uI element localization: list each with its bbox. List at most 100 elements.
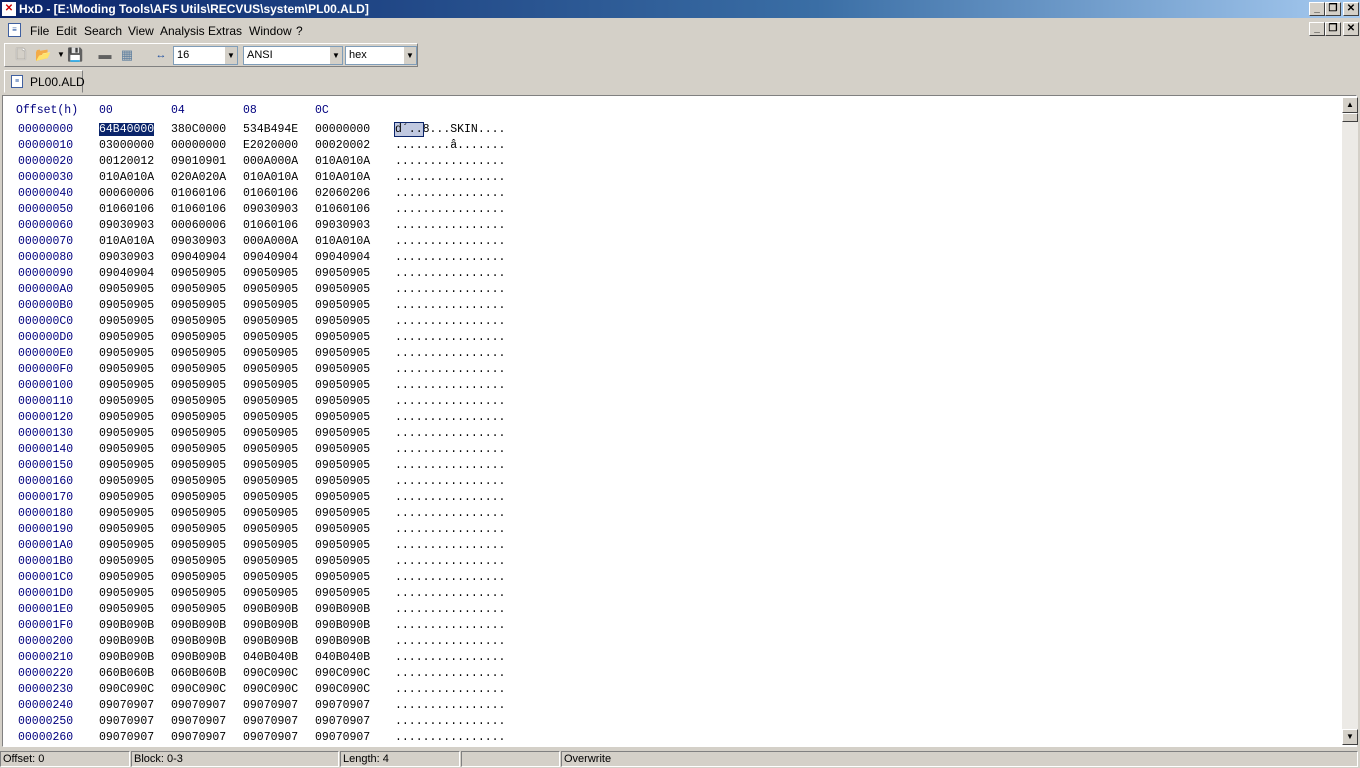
hex-byte-group[interactable]: 09030903 <box>315 219 370 232</box>
hex-byte-group[interactable]: 000A000A <box>243 155 298 168</box>
text-column[interactable]: ................ <box>395 539 505 552</box>
hex-byte-group[interactable]: 010A010A <box>315 171 370 184</box>
text-column[interactable]: ................ <box>395 491 505 504</box>
text-column[interactable]: ................ <box>395 731 505 744</box>
hex-byte-group[interactable]: 09050905 <box>243 283 298 296</box>
menu-view[interactable]: View <box>128 24 154 38</box>
charset-select[interactable]: ANSI ▼ <box>243 46 343 65</box>
vertical-scrollbar[interactable]: ▲ ▼ <box>1342 97 1358 745</box>
hex-byte-group[interactable]: 09050905 <box>171 555 226 568</box>
hex-byte-group[interactable]: 09050905 <box>99 315 154 328</box>
hex-byte-group[interactable]: 09050905 <box>171 315 226 328</box>
text-column[interactable]: ................ <box>395 459 505 472</box>
text-column[interactable]: ................ <box>395 283 505 296</box>
menu-analysis[interactable]: Analysis <box>160 24 205 38</box>
hex-byte-group[interactable]: 09050905 <box>99 299 154 312</box>
hex-byte-group[interactable]: 64B40000 <box>99 123 155 136</box>
text-column[interactable]: d´..8...SKIN.... <box>394 122 505 137</box>
text-column[interactable]: ................ <box>395 507 505 520</box>
text-column[interactable]: ................ <box>395 251 505 264</box>
hex-byte-group[interactable]: 09050905 <box>171 507 226 520</box>
hex-byte-group[interactable]: 01060106 <box>243 187 298 200</box>
doc-restore-button[interactable]: ❐ <box>1325 22 1341 36</box>
hex-byte-group[interactable]: 09050905 <box>243 267 298 280</box>
hex-byte-group[interactable]: 09050905 <box>315 571 370 584</box>
hex-byte-group[interactable]: 380C0000 <box>171 123 226 136</box>
hex-byte-group[interactable]: 09050905 <box>315 363 370 376</box>
hex-byte-group[interactable]: 090B090B <box>243 619 298 632</box>
hex-byte-group[interactable]: 09050905 <box>315 523 370 536</box>
hex-byte-group[interactable]: 09050905 <box>315 555 370 568</box>
hex-byte-group[interactable]: 09050905 <box>243 427 298 440</box>
hex-byte-group[interactable]: 09050905 <box>171 459 226 472</box>
hex-byte-group[interactable]: 09050905 <box>171 379 226 392</box>
text-column[interactable]: ................ <box>395 555 505 568</box>
scroll-down-arrow-icon[interactable]: ▼ <box>1342 729 1358 745</box>
text-selection[interactable]: d´.. <box>394 122 424 137</box>
hex-byte-group[interactable]: 09050905 <box>243 363 298 376</box>
hex-byte-group[interactable]: 534B494E <box>243 123 298 136</box>
hex-byte-group[interactable]: 010A010A <box>315 155 370 168</box>
text-column[interactable]: ................ <box>395 347 505 360</box>
hex-byte-group[interactable]: 09040904 <box>99 267 154 280</box>
hex-byte-group[interactable]: 09050905 <box>171 331 226 344</box>
hex-byte-group[interactable]: 09030903 <box>99 251 154 264</box>
text-column[interactable]: ................ <box>395 667 505 680</box>
hex-byte-group[interactable]: 09050905 <box>315 411 370 424</box>
bytes-per-row-select[interactable]: 16 ▼ <box>173 46 238 65</box>
text-column[interactable]: ................ <box>395 171 505 184</box>
text-column[interactable]: ................ <box>395 571 505 584</box>
hex-byte-group[interactable]: 09050905 <box>171 363 226 376</box>
hex-byte-group[interactable]: 09070907 <box>243 715 298 728</box>
hex-byte-group[interactable]: 00060006 <box>171 219 226 232</box>
hex-byte-group[interactable]: 040B040B <box>315 651 370 664</box>
text-column[interactable]: ................ <box>395 619 505 632</box>
hex-byte-group[interactable]: 09070907 <box>315 715 370 728</box>
hex-byte-group[interactable]: 09070907 <box>243 699 298 712</box>
text-column[interactable]: ................ <box>395 475 505 488</box>
hex-byte-group[interactable]: 01060106 <box>99 203 154 216</box>
hex-byte-group[interactable]: 09050905 <box>315 379 370 392</box>
hex-byte-group[interactable]: 09050905 <box>243 347 298 360</box>
hex-byte-group[interactable]: 090B090B <box>99 635 154 648</box>
text-column[interactable]: ................ <box>395 715 505 728</box>
offset-base-select[interactable]: hex ▼ <box>345 46 417 65</box>
hex-byte-group[interactable]: 09050905 <box>99 475 154 488</box>
hex-byte-group[interactable]: 01060106 <box>315 203 370 216</box>
doc-minimize-button[interactable]: _ <box>1309 22 1325 36</box>
hex-byte-group[interactable]: 09050905 <box>315 475 370 488</box>
text-column[interactable]: ................ <box>395 395 505 408</box>
hex-byte-group[interactable]: 090B090B <box>99 619 154 632</box>
hex-byte-group[interactable]: 090C090C <box>315 667 370 680</box>
scroll-up-arrow-icon[interactable]: ▲ <box>1342 97 1358 113</box>
hex-byte-group[interactable]: 09050905 <box>171 475 226 488</box>
new-file-icon[interactable]: 🗋 <box>13 47 29 63</box>
hex-byte-group[interactable]: 09050905 <box>171 587 226 600</box>
hex-byte-group[interactable]: 09050905 <box>171 267 226 280</box>
text-column[interactable]: ................ <box>395 683 505 696</box>
text-column[interactable]: ................ <box>395 235 505 248</box>
hex-byte-group[interactable]: 00000000 <box>171 139 226 152</box>
hex-byte-group[interactable]: 09050905 <box>315 427 370 440</box>
hex-byte-group[interactable]: 09050905 <box>99 491 154 504</box>
hex-byte-group[interactable]: 09050905 <box>243 539 298 552</box>
text-column[interactable]: ................ <box>395 587 505 600</box>
text-column[interactable]: ................ <box>395 315 505 328</box>
hex-byte-group[interactable]: 09050905 <box>171 299 226 312</box>
hex-byte-group[interactable]: 09050905 <box>99 395 154 408</box>
hex-byte-group[interactable]: 09050905 <box>243 395 298 408</box>
hex-byte-group[interactable]: 09050905 <box>99 571 154 584</box>
hex-byte-group[interactable]: 09050905 <box>99 603 154 616</box>
text-column[interactable]: ................ <box>395 443 505 456</box>
hex-byte-group[interactable]: 09050905 <box>171 571 226 584</box>
hxd-app-icon[interactable]: ✕ <box>2 2 16 16</box>
menu-window[interactable]: Window <box>249 24 292 38</box>
hex-byte-group[interactable]: 090B090B <box>243 603 298 616</box>
hex-byte-group[interactable]: 09050905 <box>315 315 370 328</box>
hex-byte-group[interactable]: 09050905 <box>315 395 370 408</box>
hex-byte-group[interactable]: 09050905 <box>99 539 154 552</box>
hex-byte-group[interactable]: 09050905 <box>243 411 298 424</box>
hex-byte-group[interactable]: 09050905 <box>171 411 226 424</box>
hex-byte-group[interactable]: 09050905 <box>243 571 298 584</box>
maximize-button[interactable]: ❐ <box>1325 2 1341 16</box>
